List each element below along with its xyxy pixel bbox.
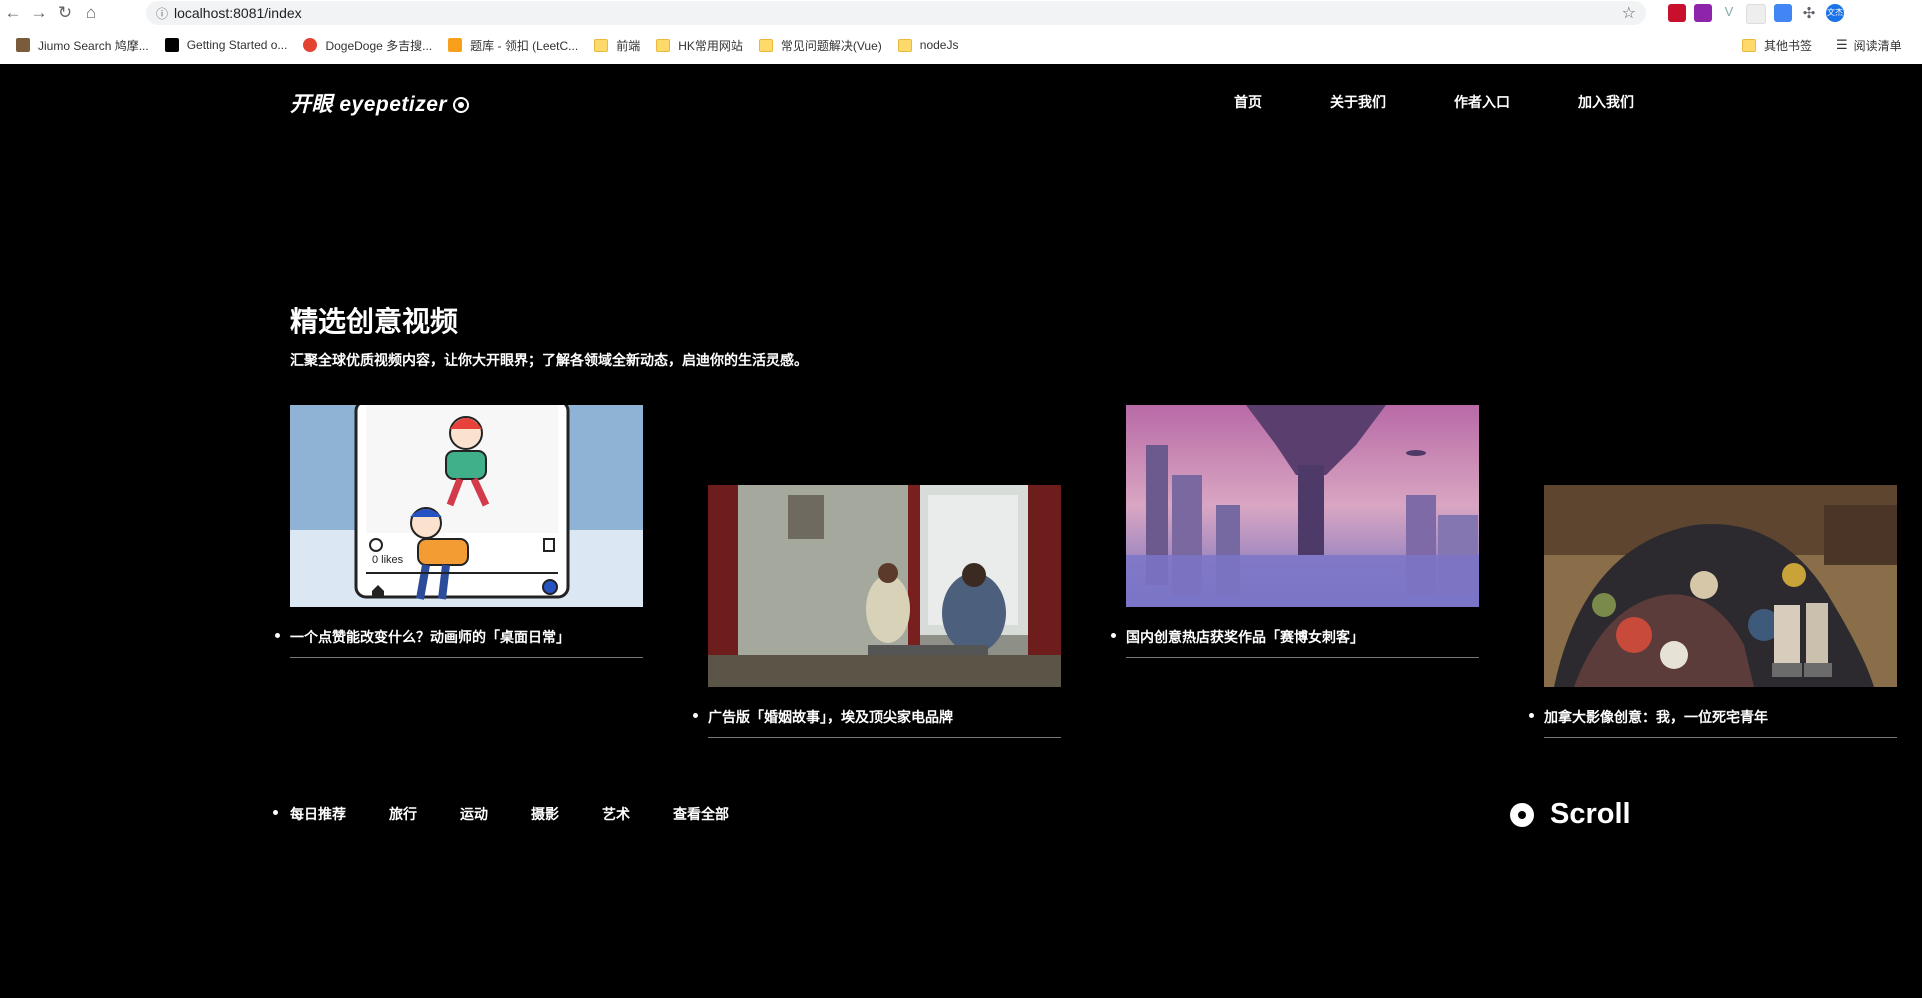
blank-extension-icon[interactable] [1746, 4, 1766, 24]
category-list: 每日推荐 旅行 运动 摄影 艺术 查看全部 [290, 804, 772, 824]
section-subtitle: 汇聚全球优质视频内容，让你大开眼界；了解各领域全新动态，启迪你的生活灵感。 [290, 352, 808, 368]
top-nav: 首页 关于我们 作者入口 加入我们 [1234, 92, 1634, 112]
video-caption[interactable]: 国内创意热店获奖作品「赛博女刺客」 [1111, 627, 1479, 658]
nav-about[interactable]: 关于我们 [1330, 92, 1386, 112]
puzzle-extensions-icon[interactable]: ✣ [1800, 4, 1818, 22]
scroll-circle-icon [1510, 802, 1534, 827]
illustration-likes-image: 0 likes [290, 405, 643, 607]
site-logo[interactable]: 开眼 eyepetizer [290, 88, 470, 118]
dogedoge-icon [303, 38, 318, 52]
cyber-city-image [1126, 405, 1479, 607]
video-card[interactable]: 国内创意热店获奖作品「赛博女刺客」 [1111, 405, 1479, 658]
video-caption[interactable]: 广告版「婚姻故事」，埃及顶尖家电品牌 [693, 707, 1061, 738]
folder-icon [1742, 38, 1756, 52]
nav-author[interactable]: 作者入口 [1454, 92, 1510, 112]
reading-list-icon: ☰ [1836, 37, 1848, 52]
category-travel[interactable]: 旅行 [389, 804, 417, 824]
scroll-indicator[interactable]: Scroll [1510, 798, 1631, 831]
clothes-pile-image [1544, 485, 1897, 687]
svg-text:0 likes: 0 likes [372, 554, 404, 566]
folder-icon [594, 38, 609, 52]
extensions-area: V ✣ 文杰 [1668, 4, 1844, 24]
bookmark-item[interactable]: 题库 - 领扣 (LeetC... [448, 37, 578, 54]
section-title: 精选创意视频 [290, 306, 459, 337]
bookmark-folder[interactable]: 常见问题解决(Vue) [758, 37, 882, 54]
video-card[interactable]: 加拿大影像创意：我，一位死宅青年 [1529, 485, 1897, 738]
category-sports[interactable]: 运动 [460, 804, 488, 824]
video-thumbnail[interactable] [1126, 405, 1479, 607]
category-bullet-icon [273, 810, 278, 815]
notion-icon [164, 38, 179, 52]
category-view-all[interactable]: 查看全部 [673, 804, 729, 824]
tool-extension-icon[interactable] [1694, 4, 1712, 22]
bookmark-item[interactable]: Jiumo Search 鸠摩... [16, 37, 149, 54]
category-daily[interactable]: 每日推荐 [290, 804, 346, 824]
profile-avatar[interactable]: 文杰 [1826, 4, 1844, 22]
nav-home[interactable]: 首页 [1234, 92, 1262, 112]
video-card[interactable]: 0 likes 一个点赞能改变什么？动画师的「桌面日常」 [275, 405, 643, 658]
bookmark-folder[interactable]: HK常用网站 [656, 37, 743, 54]
site-info-icon[interactable]: ⓘ [150, 5, 174, 22]
jiumo-icon [16, 38, 30, 52]
video-thumbnail[interactable]: 0 likes [290, 405, 643, 607]
other-bookmarks[interactable]: 其他书签 [1742, 32, 1812, 58]
url-text[interactable]: localhost:8081/index [174, 5, 302, 21]
scroll-label: Scroll [1550, 798, 1631, 830]
folder-icon [897, 38, 912, 52]
reading-list[interactable]: ☰ 阅读清单 [1836, 32, 1902, 58]
browser-chrome: ← → ↻ ⌂ ⓘ localhost:8081/index ☆ V ✣ 文杰 … [0, 0, 1922, 64]
bookmark-folder[interactable]: nodeJs [897, 38, 958, 52]
vue-devtools-icon[interactable]: V [1720, 4, 1738, 22]
bookmarks-bar: Jiumo Search 鸠摩... Getting Started o... … [0, 32, 1922, 58]
logo-eye-icon [453, 97, 470, 114]
nav-join[interactable]: 加入我们 [1578, 92, 1634, 112]
forward-icon[interactable]: → [26, 0, 52, 26]
couple-window-image [708, 485, 1061, 687]
video-card[interactable]: 广告版「婚姻故事」，埃及顶尖家电品牌 [693, 485, 1061, 738]
bookmark-item[interactable]: DogeDoge 多吉搜... [303, 37, 432, 54]
folder-icon [758, 38, 773, 52]
category-art[interactable]: 艺术 [602, 804, 630, 824]
bookmark-star-icon[interactable]: ☆ [1622, 3, 1636, 23]
pdf-extension-icon[interactable] [1668, 4, 1686, 22]
home-icon[interactable]: ⌂ [78, 0, 104, 26]
back-icon[interactable]: ← [0, 0, 26, 26]
folder-icon [656, 38, 671, 52]
bookmark-item[interactable]: Getting Started o... [164, 38, 287, 52]
address-bar[interactable]: ⓘ localhost:8081/index ☆ [146, 1, 1646, 25]
translate-extension-icon[interactable] [1774, 4, 1792, 22]
video-thumbnail[interactable] [708, 485, 1061, 687]
video-thumbnail[interactable] [1544, 485, 1897, 687]
bookmark-folder[interactable]: 前端 [594, 37, 640, 54]
video-caption[interactable]: 一个点赞能改变什么？动画师的「桌面日常」 [275, 627, 643, 658]
video-caption[interactable]: 加拿大影像创意：我，一位死宅青年 [1529, 707, 1897, 738]
reload-icon[interactable]: ↻ [52, 0, 78, 26]
address-row: ← → ↻ ⌂ ⓘ localhost:8081/index ☆ V ✣ 文杰 [0, 0, 1922, 26]
leetcode-icon [448, 38, 463, 52]
category-photography[interactable]: 摄影 [531, 804, 559, 824]
